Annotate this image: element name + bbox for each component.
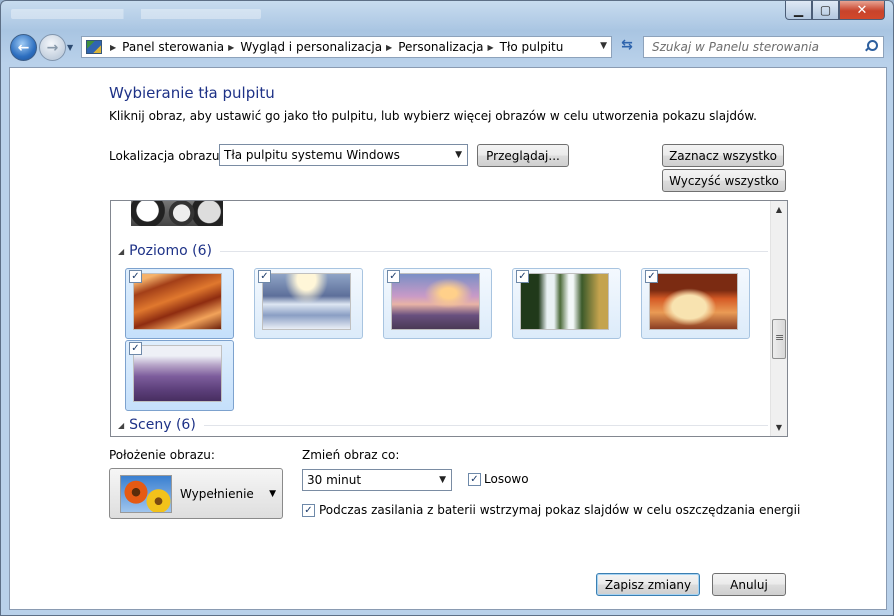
group-header-landscapes[interactable]: ◢ Poziomo (6) [118, 243, 768, 259]
wallpaper-thumbnail-partial[interactable] [131, 201, 223, 226]
breadcrumb-appearance[interactable]: Wygląd i personalizacja [240, 40, 382, 54]
close-icon: ✕ [856, 2, 868, 18]
refresh-button[interactable]: ⇆ [616, 37, 638, 57]
group-divider [203, 424, 768, 426]
collapse-triangle-icon[interactable]: ◢ [118, 247, 124, 256]
wallpaper-tile-rock-arch[interactable]: ✓ [641, 268, 750, 339]
page-title: Wybieranie tła pulpitu [109, 84, 275, 102]
breadcrumb-separator-icon[interactable]: ▶ [386, 43, 392, 52]
breadcrumb-separator-icon[interactable]: ▶ [228, 43, 234, 52]
maximize-icon: ▢ [819, 3, 832, 17]
refresh-icon: ⇆ [621, 37, 633, 53]
wallpaper-checkbox[interactable]: ✓ [129, 342, 142, 355]
wallpaper-thumbnail [391, 273, 480, 330]
wallpaper-tile-lavender-field[interactable]: ✓ [125, 340, 234, 411]
interval-select[interactable]: 30 minut ▼ [302, 469, 452, 491]
wallpaper-thumbnail [262, 273, 351, 330]
wallpaper-tile-canyon[interactable]: ✓ [125, 268, 234, 339]
address-dropdown-icon[interactable]: ▼ [600, 41, 607, 51]
breadcrumb-personalization[interactable]: Personalizacja [398, 40, 483, 54]
position-preview-image [120, 475, 172, 513]
picture-position-value: Wypełnienie [180, 487, 254, 501]
collapse-triangle-icon[interactable]: ◢ [118, 421, 124, 430]
wallpaper-tile-ice-lake[interactable]: ✓ [254, 268, 363, 339]
control-panel-icon [86, 40, 102, 54]
forward-arrow-icon: → [46, 39, 59, 56]
chevron-down-icon: ▼ [439, 475, 446, 485]
wallpaper-gallery: ◢ Poziomo (6) ✓ ✓ ✓ ✓ ✓ ✓ ◢ Sceny (6) ▲ … [110, 200, 788, 437]
title-bar[interactable]: ▁ ▢ ✕ [1, 1, 893, 27]
breadcrumb-separator-icon[interactable]: ▶ [488, 43, 494, 52]
wallpaper-tile-rocky-shore[interactable]: ✓ [383, 268, 492, 339]
wallpaper-thumbnail [649, 273, 738, 330]
navigation-bar: ← → ▼ ▶ Panel sterowania ▶ Wygląd i pers… [1, 31, 893, 63]
wallpaper-checkbox[interactable]: ✓ [129, 270, 142, 283]
back-arrow-icon: ← [17, 39, 30, 56]
minimize-icon: ▁ [793, 3, 804, 17]
recent-pages-dropdown-icon[interactable]: ▼ [67, 43, 73, 52]
close-button[interactable]: ✕ [839, 1, 885, 20]
cancel-button[interactable]: Anuluj [712, 573, 786, 596]
wallpaper-checkbox[interactable]: ✓ [258, 270, 271, 283]
scroll-down-icon[interactable]: ▼ [771, 419, 787, 436]
wallpaper-thumbnail [133, 273, 222, 330]
wallpaper-checkbox[interactable]: ✓ [645, 270, 658, 283]
breadcrumb-desktop-background[interactable]: Tło pulpitu [500, 40, 564, 54]
interval-select-value: 30 minut [307, 473, 362, 487]
search-icon[interactable] [865, 40, 878, 52]
location-select[interactable]: Tła pulpitu systemu Windows ▼ [219, 144, 468, 166]
battery-pause-checkbox[interactable]: ✓ [302, 504, 315, 517]
group-label: Sceny (6) [129, 417, 196, 433]
wallpaper-checkbox[interactable]: ✓ [516, 270, 529, 283]
breadcrumb-separator-icon[interactable]: ▶ [110, 43, 116, 52]
group-header-scenes[interactable]: ◢ Sceny (6) [118, 417, 768, 433]
location-select-value: Tła pulpitu systemu Windows [224, 148, 400, 162]
shuffle-checkbox[interactable]: ✓ [468, 473, 481, 486]
address-bar[interactable]: ▶ Panel sterowania ▶ Wygląd i personaliz… [81, 36, 612, 58]
battery-pause-label[interactable]: Podczas zasilania z baterii wstrzymaj po… [319, 503, 800, 517]
wallpaper-tile-waterfall[interactable]: ✓ [512, 268, 621, 339]
gallery-scrollbar[interactable]: ▲ ▼ [770, 201, 787, 436]
group-label: Poziomo (6) [129, 243, 212, 259]
forward-button[interactable]: → [39, 34, 66, 61]
group-divider [219, 250, 768, 252]
scrollbar-thumb[interactable] [772, 319, 786, 359]
select-all-button[interactable]: Zaznacz wszystko [662, 144, 784, 167]
clear-all-button[interactable]: Wyczyść wszystko [662, 169, 786, 192]
search-input[interactable] [652, 40, 857, 54]
browse-button[interactable]: Przeglądaj... [477, 144, 569, 167]
control-panel-window: ▁ ▢ ✕ ← → ▼ ▶ Panel sterowania ▶ Wygląd … [0, 0, 894, 616]
location-label: Lokalizacja obrazu: [109, 149, 224, 163]
back-button[interactable]: ← [10, 34, 37, 61]
chevron-down-icon: ▼ [455, 150, 462, 160]
maximize-button[interactable]: ▢ [812, 1, 839, 20]
breadcrumb-control-panel[interactable]: Panel sterowania [122, 40, 224, 54]
title-bar-text [11, 9, 261, 19]
save-changes-button[interactable]: Zapisz zmiany [596, 573, 700, 596]
interval-label: Zmień obraz co: [302, 448, 400, 462]
wallpaper-thumbnail [133, 345, 222, 402]
page-description: Kliknij obraz, aby ustawić go jako tło p… [109, 109, 757, 123]
chevron-down-icon: ▼ [269, 489, 276, 499]
minimize-button[interactable]: ▁ [785, 1, 812, 20]
scroll-up-icon[interactable]: ▲ [771, 201, 787, 218]
wallpaper-thumbnail [520, 273, 609, 330]
picture-position-select[interactable]: Wypełnienie ▼ [109, 468, 283, 519]
content-panel: Wybieranie tła pulpitu Kliknij obraz, ab… [9, 67, 887, 610]
wallpaper-checkbox[interactable]: ✓ [387, 270, 400, 283]
picture-position-label: Położenie obrazu: [109, 448, 215, 462]
search-box [643, 36, 884, 58]
shuffle-label[interactable]: Losowo [484, 472, 529, 486]
